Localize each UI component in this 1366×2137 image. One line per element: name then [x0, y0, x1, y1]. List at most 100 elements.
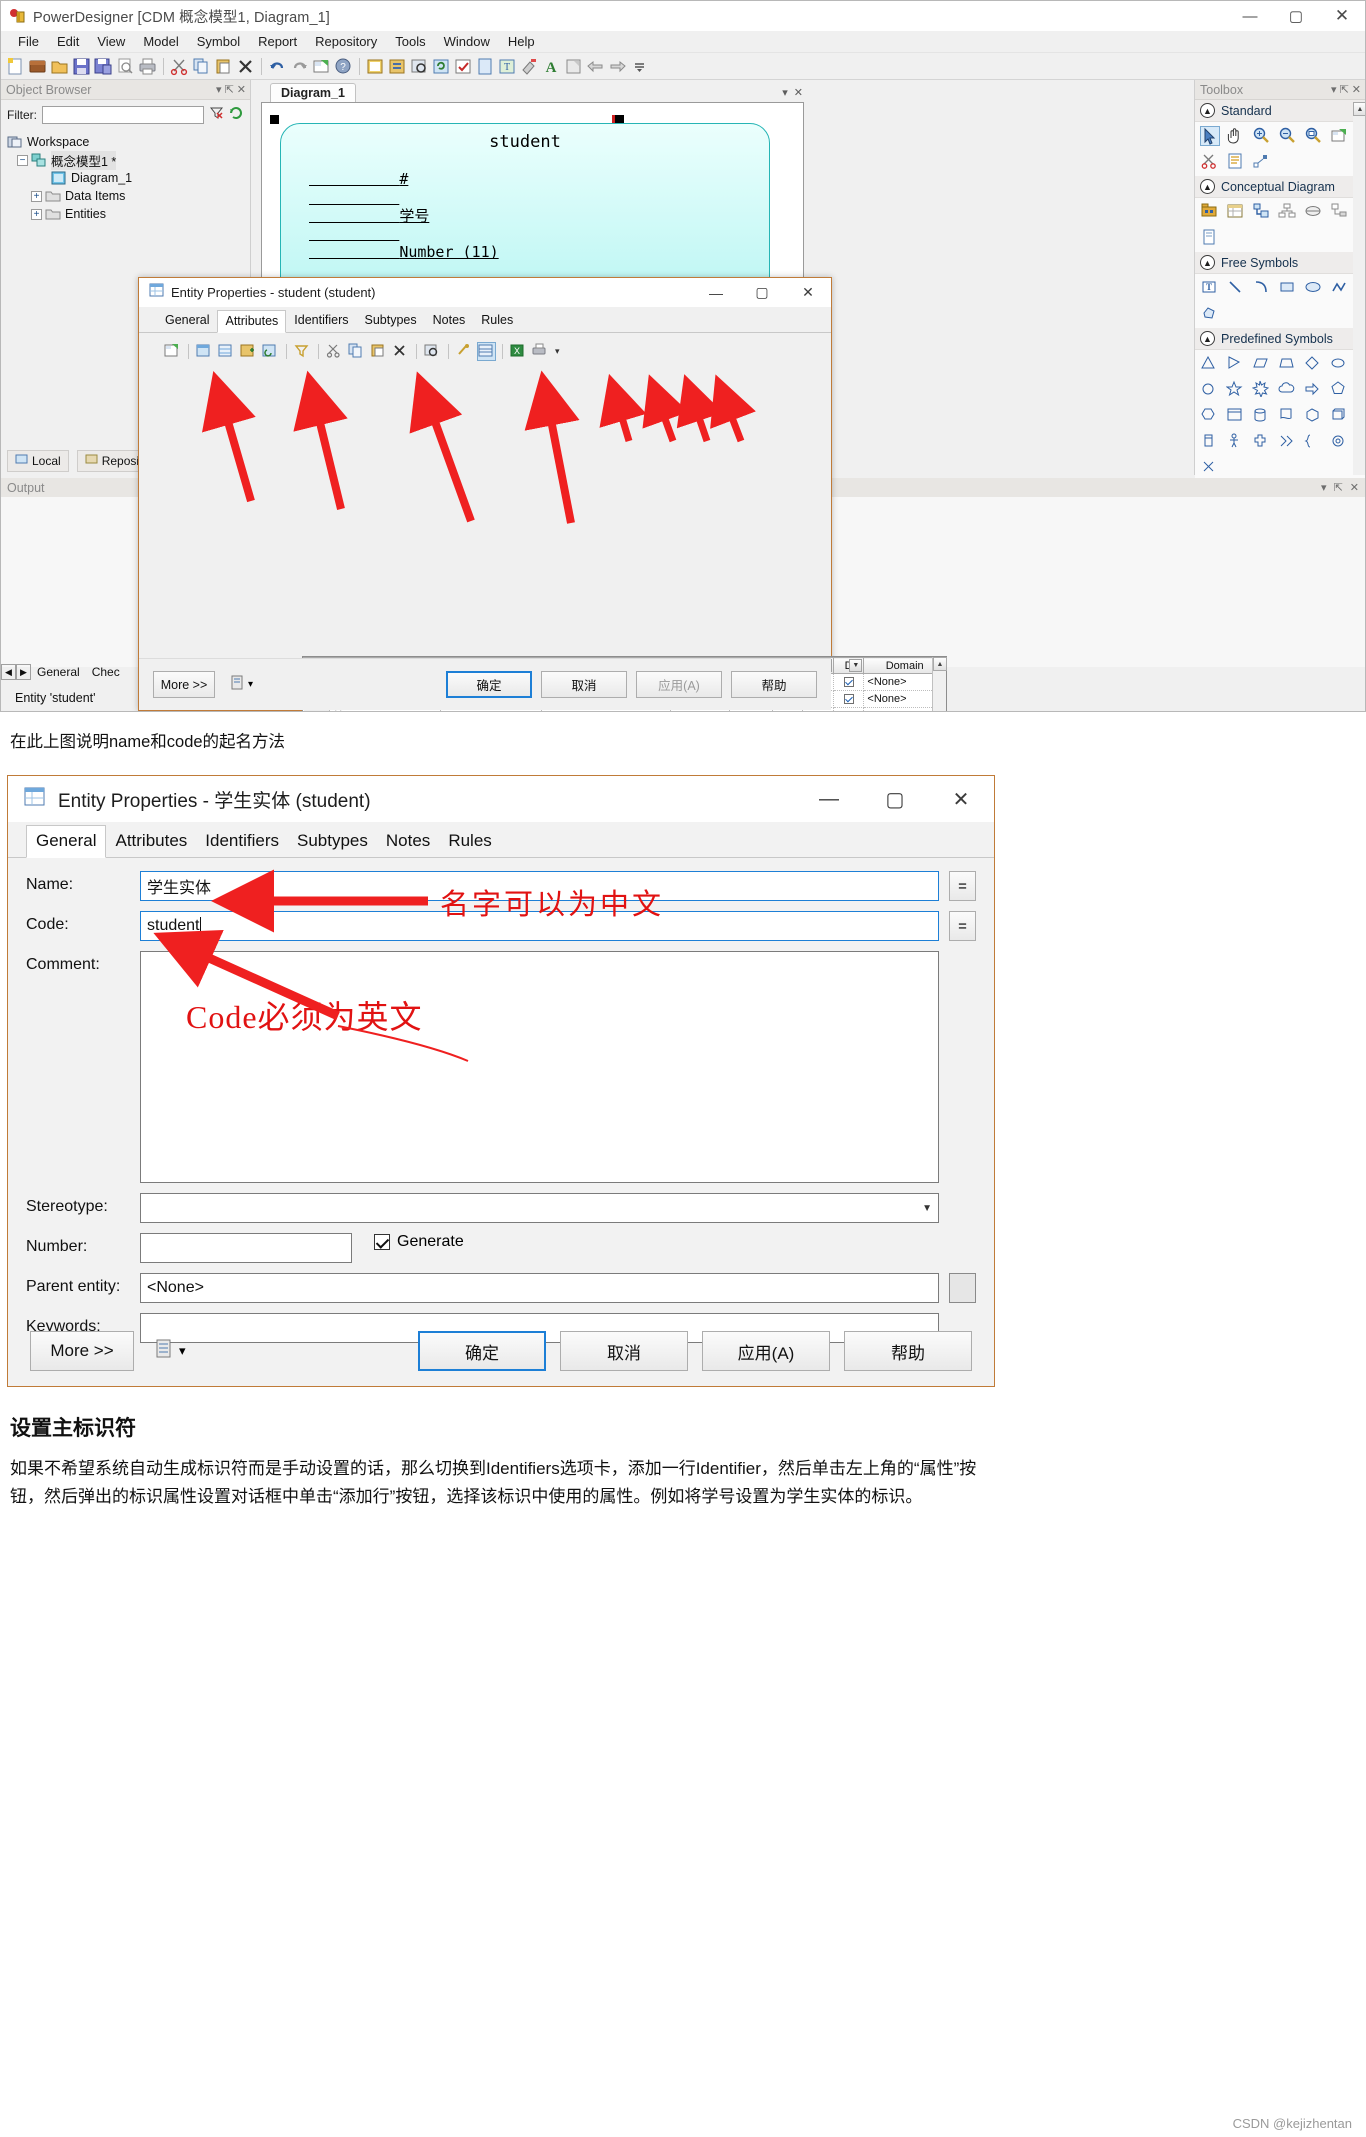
list-icon[interactable]	[387, 56, 408, 77]
toggle-columns-icon[interactable]	[477, 341, 496, 361]
customize-columns-icon[interactable]	[455, 342, 474, 361]
symbol-icon[interactable]	[563, 56, 584, 77]
generate-checkbox[interactable]	[374, 1234, 390, 1250]
output-pin-icon[interactable]: ⇱	[1334, 481, 1343, 494]
tab-attributes[interactable]: Attributes	[217, 310, 287, 333]
star-icon[interactable]	[1225, 380, 1246, 400]
ok-button[interactable]: 确定	[446, 671, 532, 698]
expand-expander[interactable]: +	[31, 190, 42, 202]
menu-help[interactable]: Help	[499, 34, 544, 49]
tab-rules[interactable]: Rules	[473, 309, 521, 332]
line-icon[interactable]	[1226, 278, 1246, 298]
cell-displayed[interactable]	[833, 690, 865, 708]
menu-window[interactable]: Window	[435, 34, 499, 49]
ring-icon[interactable]	[1330, 432, 1350, 452]
arrow-icon[interactable]	[1304, 380, 1324, 400]
number-field[interactable]	[140, 1233, 352, 1263]
grid-vertical-scrollbar[interactable]: ▲ ▼ ▼	[932, 657, 947, 711]
chevron-up-icon[interactable]: ▲	[1200, 179, 1215, 194]
toolbox-section-predefined[interactable]: ▲ Predefined Symbols	[1195, 328, 1365, 350]
chevron-down-icon[interactable]: ▾	[248, 679, 253, 690]
tab-repository[interactable]: Reposi	[76, 450, 148, 472]
person-icon[interactable]	[1226, 432, 1246, 452]
align-icon[interactable]: T	[497, 56, 518, 77]
tree-item-data-items[interactable]: + Data Items	[7, 187, 250, 205]
toolbox-section-conceptual[interactable]: ▲ Conceptual Diagram	[1195, 176, 1365, 198]
result-tab-general[interactable]: General	[37, 665, 80, 679]
clear-filter-icon[interactable]	[209, 105, 224, 125]
tab-subtypes[interactable]: Subtypes	[288, 826, 377, 857]
color-icon[interactable]	[519, 56, 540, 77]
more-button[interactable]: More >>	[30, 1331, 134, 1371]
toolbox-scrollbar[interactable]: ▲	[1353, 102, 1365, 475]
triangle-icon[interactable]	[1200, 354, 1220, 374]
generate-checkbox-row[interactable]: Generate	[374, 1233, 464, 1251]
paste-icon[interactable]	[369, 342, 388, 361]
cell-displayed[interactable]	[833, 707, 865, 712]
pointer-icon[interactable]	[1200, 126, 1220, 146]
result-prev-icon[interactable]: ◀	[1, 664, 16, 680]
document-icon[interactable]	[1278, 406, 1298, 426]
apply-button[interactable]: 应用(A)	[702, 1331, 830, 1371]
toolbox-section-standard[interactable]: ▲ Standard	[1195, 100, 1365, 122]
output-close-icon[interactable]: ✕	[1350, 481, 1359, 494]
code-field[interactable]: student	[140, 911, 939, 941]
mandatory-checkbox[interactable]	[782, 711, 792, 712]
tab-local[interactable]: Local	[7, 450, 69, 472]
chevron-down-icon[interactable]: ▾	[179, 1343, 186, 1359]
open-icon[interactable]	[49, 56, 70, 77]
collapse-expander[interactable]: −	[17, 154, 28, 166]
hexagon-icon[interactable]	[1200, 406, 1220, 426]
print-report-icon[interactable]	[154, 1338, 174, 1365]
toolbar-overflow-icon[interactable]	[629, 56, 650, 77]
copy-icon[interactable]	[347, 342, 366, 361]
zoom-out-icon[interactable]	[1278, 126, 1298, 146]
tab-identifiers[interactable]: Identifiers	[196, 826, 288, 857]
displayed-checkbox[interactable]	[844, 711, 854, 712]
tab-general[interactable]: General	[157, 309, 217, 332]
cube-icon[interactable]	[1304, 406, 1324, 426]
refresh-icon[interactable]	[431, 56, 452, 77]
tree-item-diagram[interactable]: Diagram_1	[7, 169, 250, 187]
primary-checkbox[interactable]	[813, 711, 823, 712]
name-field[interactable]: 学生实体	[140, 871, 939, 901]
properties-icon[interactable]	[1330, 126, 1350, 146]
tab-notes[interactable]: Notes	[377, 826, 439, 857]
cancel-button[interactable]: 取消	[560, 1331, 688, 1371]
print-icon[interactable]	[137, 56, 158, 77]
circle-icon[interactable]	[1200, 380, 1220, 400]
package-icon[interactable]	[1200, 202, 1220, 222]
rectangle-icon[interactable]	[1278, 278, 1298, 298]
print-report-icon[interactable]	[230, 674, 245, 696]
note-icon[interactable]	[1226, 152, 1246, 172]
cut-icon[interactable]	[1200, 152, 1220, 172]
tab-diagram-1[interactable]: Diagram_1	[270, 83, 356, 102]
copy-icon[interactable]	[191, 56, 212, 77]
grid-properties-icon[interactable]	[163, 342, 182, 361]
dialog-maximize-button[interactable]: ▢	[739, 278, 785, 307]
ellipse2-icon[interactable]	[1330, 354, 1350, 374]
result-tab-check[interactable]: Chec	[92, 665, 120, 679]
close-button[interactable]: ✕	[1319, 1, 1365, 31]
help-button[interactable]: 帮助	[731, 671, 817, 698]
refresh-tree-icon[interactable]	[228, 105, 243, 125]
result-next-icon[interactable]: ▶	[16, 664, 31, 680]
undo-icon[interactable]	[267, 56, 288, 77]
brace-icon[interactable]	[1304, 432, 1324, 452]
menu-model[interactable]: Model	[134, 34, 187, 49]
displayed-checkbox[interactable]	[843, 677, 854, 688]
filter-icon[interactable]	[293, 342, 312, 361]
cut-icon[interactable]	[325, 342, 344, 361]
delete-icon[interactable]	[391, 342, 410, 361]
paste-icon[interactable]	[213, 56, 234, 77]
chevron-up-icon[interactable]: ▲	[1200, 331, 1215, 346]
print-dropdown-icon[interactable]: ▾	[555, 346, 560, 357]
menu-tools[interactable]: Tools	[386, 34, 434, 49]
box-icon[interactable]	[1330, 406, 1350, 426]
tab-identifiers[interactable]: Identifiers	[286, 309, 356, 332]
relationship-icon[interactable]	[1252, 202, 1272, 222]
chevron-icon[interactable]	[1278, 432, 1298, 452]
print-icon[interactable]	[531, 342, 550, 361]
chevron-down-icon[interactable]: ▼	[922, 1203, 932, 1214]
pentagon-icon[interactable]	[1330, 380, 1350, 400]
